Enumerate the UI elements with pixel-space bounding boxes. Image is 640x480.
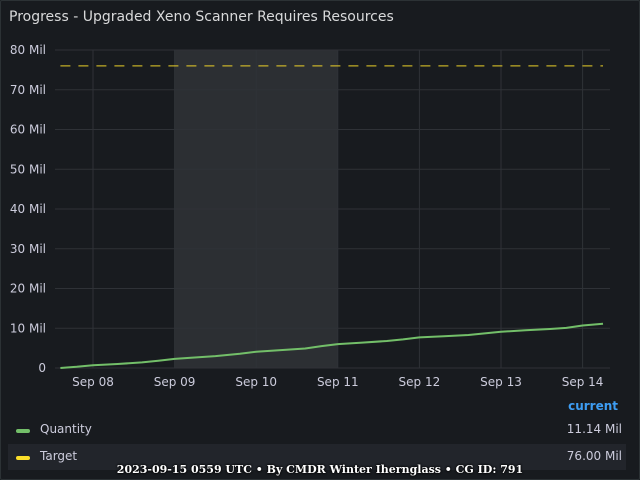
legend-name: Target [40,449,78,463]
y-tick-label: 0 [38,361,46,375]
x-tick-label: Sep 10 [235,375,277,389]
x-tick-label: Sep 13 [480,375,522,389]
legend-swatch-quantity [16,429,30,433]
legend-item-quantity[interactable]: Quantity 11.14 Mil [8,417,626,443]
y-tick-label: 60 Mil [10,123,46,137]
x-axis-ticks: Sep 08 Sep 09 Sep 10 Sep 11 Sep 12 Sep 13 Sep … [72,375,603,389]
y-axis-ticks: 0 10 Mil 20 Mil 30 Mil 40 Mil 50 Mil 60 Mil 70 … [10,43,46,375]
legend-name: Quantity [40,422,92,436]
y-tick-label: 80 Mil [10,43,46,57]
x-tick-label: Sep 12 [399,375,441,389]
legend-value: 11.14 Mil [566,422,622,436]
x-tick-label: Sep 09 [154,375,196,389]
legend-header-current[interactable]: current [568,399,618,413]
footer-credit: 2023-09-15 0559 UTC • By CMDR Winter Ihe… [116,463,524,476]
legend-value: 76.00 Mil [566,449,622,463]
x-tick-label: Sep 14 [562,375,604,389]
x-tick-label: Sep 11 [317,375,359,389]
y-tick-label: 40 Mil [10,202,46,216]
progress-chart[interactable]: 0 10 Mil 20 Mil 30 Mil 40 Mil 50 Mil 60 Mil 70 … [0,0,640,400]
y-tick-label: 10 Mil [10,321,46,335]
y-tick-label: 70 Mil [10,83,46,97]
legend-swatch-target [16,456,30,460]
x-tick-label: Sep 08 [72,375,114,389]
y-tick-label: 50 Mil [10,162,46,176]
y-tick-label: 20 Mil [10,282,46,296]
y-tick-label: 30 Mil [10,242,46,256]
